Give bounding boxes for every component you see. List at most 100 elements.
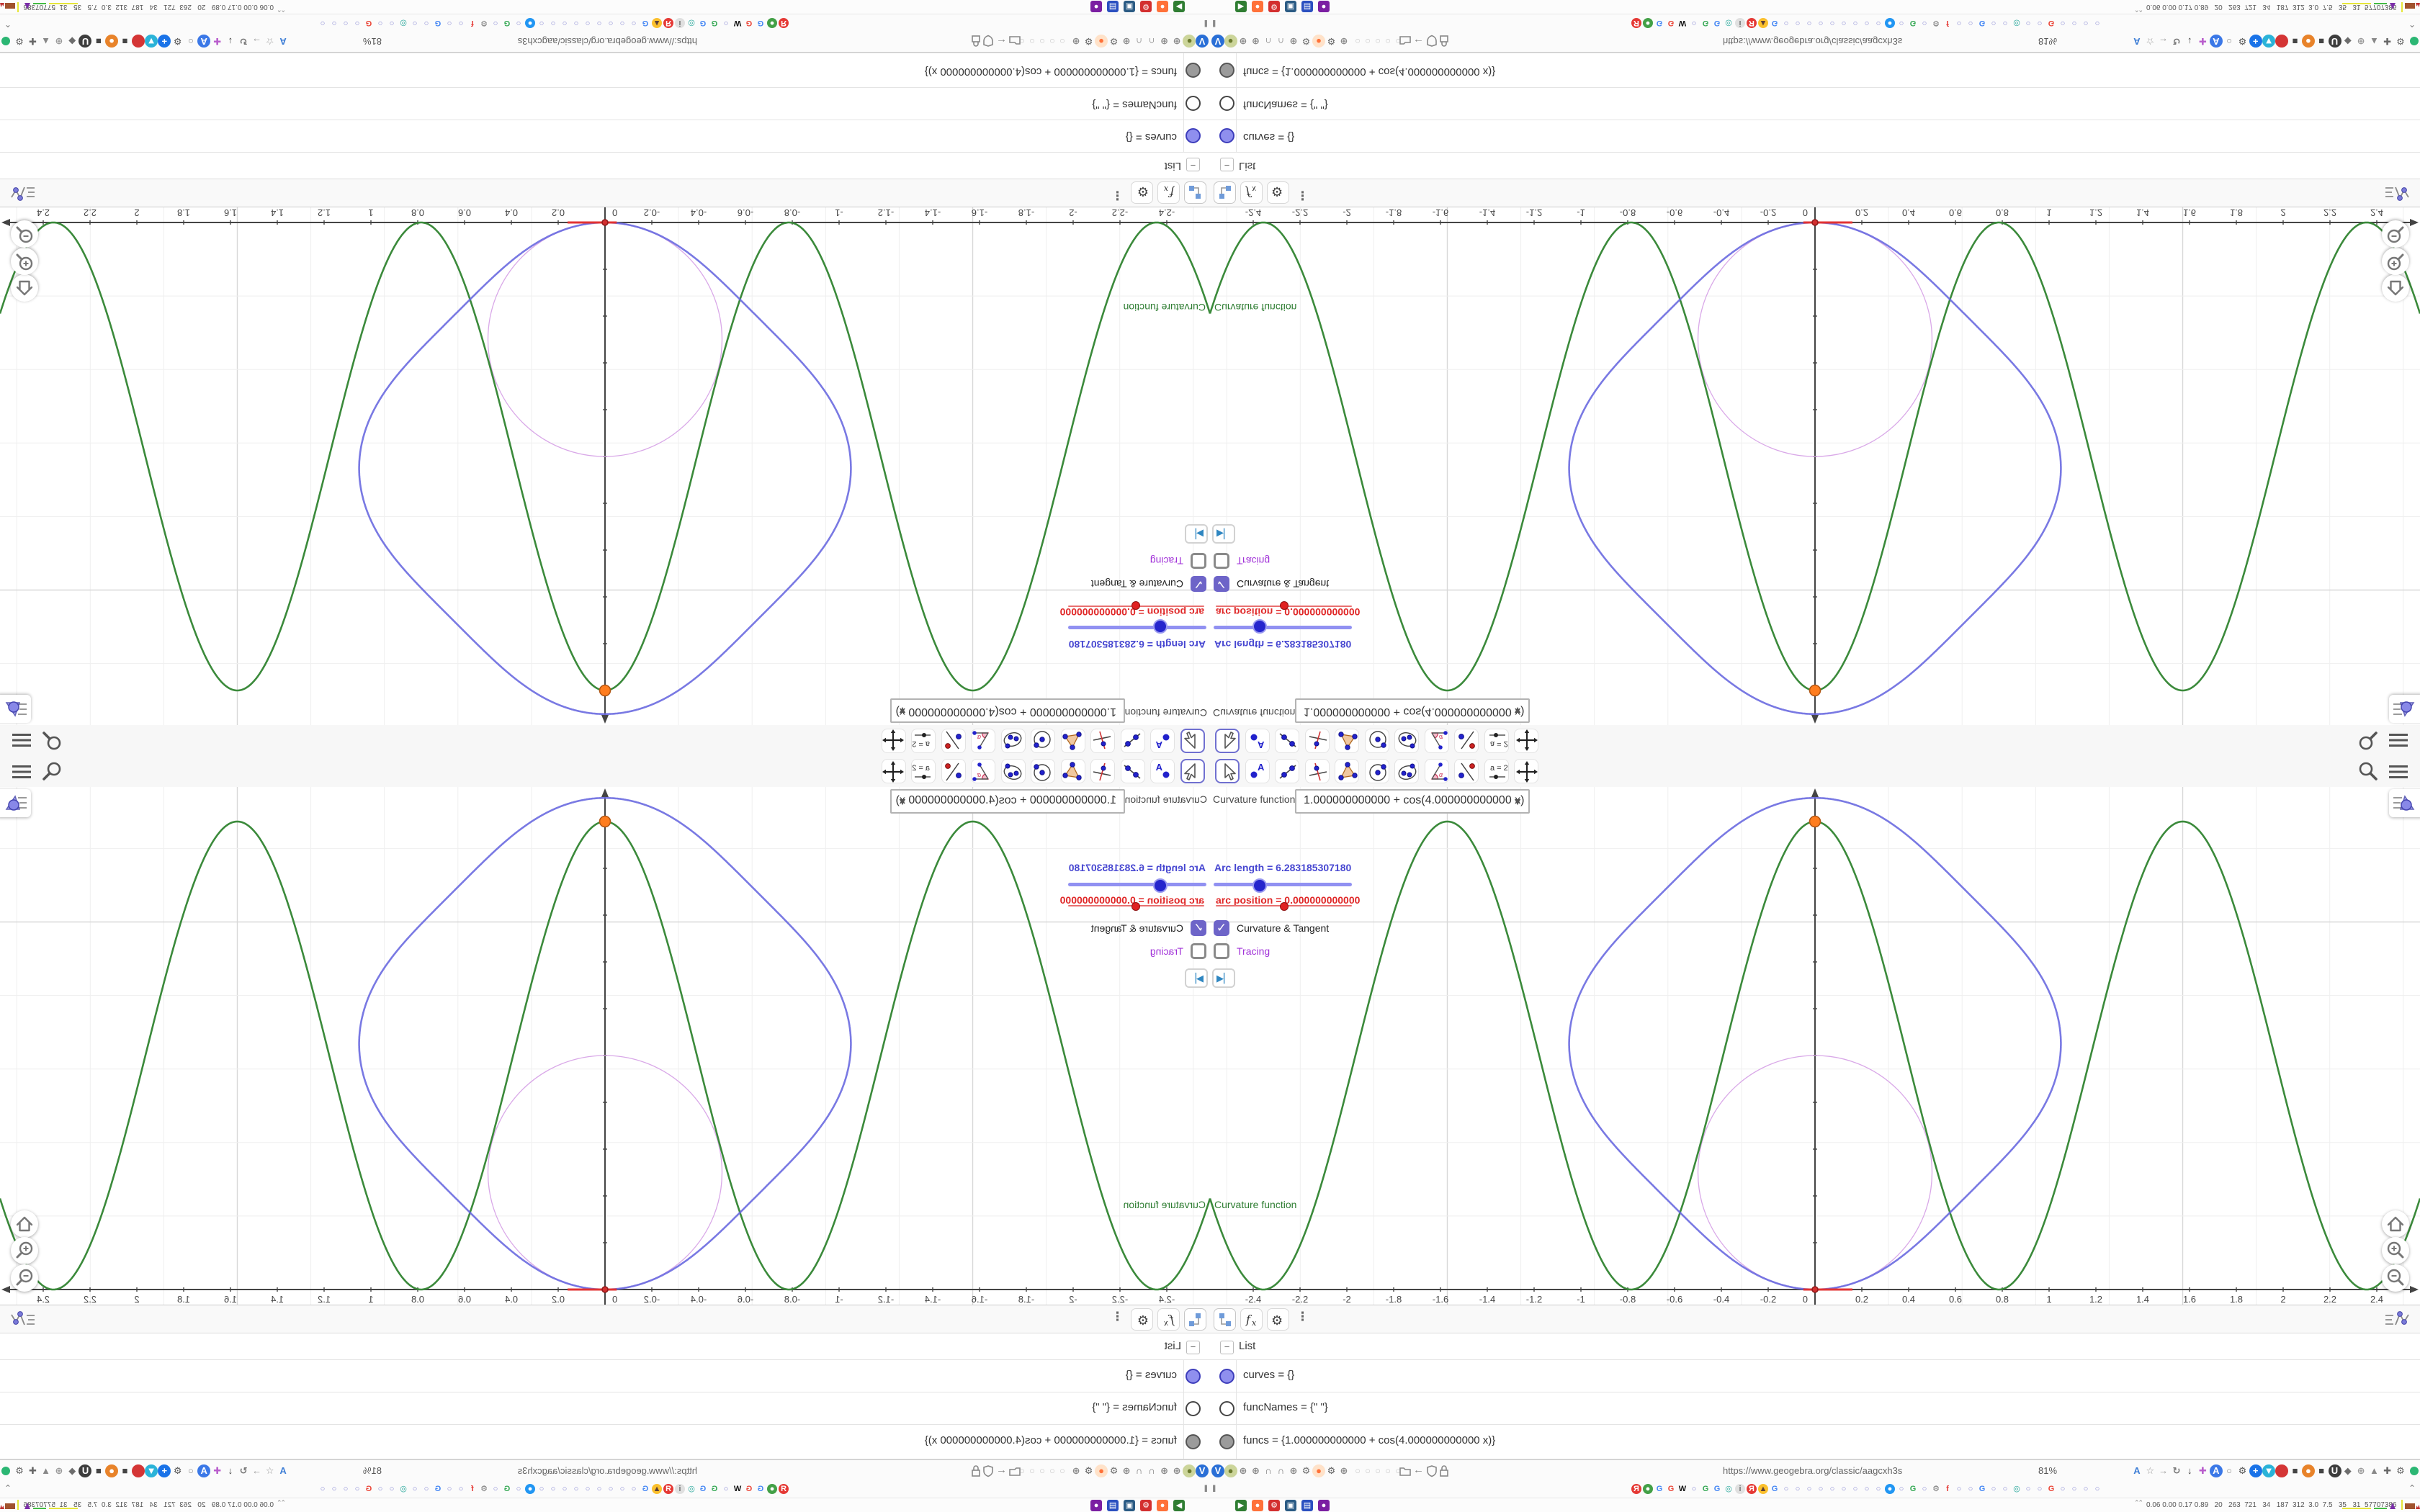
bookmark-favicon[interactable]: ○ — [571, 18, 581, 28]
panel-toggle-card[interactable] — [2389, 789, 2420, 817]
curvature-value-point[interactable] — [599, 684, 611, 697]
bookmark-favicon[interactable]: f — [1942, 18, 1953, 28]
bookmark-favicon[interactable]: i — [1735, 1484, 1745, 1494]
browser-action-icon[interactable]: A — [2130, 1464, 2143, 1477]
browser-action-icon[interactable]: ↻ — [237, 1464, 250, 1477]
more-options-kebab-icon[interactable]: ⋮ — [1111, 188, 1124, 202]
algebra-view-panel-icon[interactable] — [2383, 178, 2414, 203]
taskbar-app-icon[interactable]: ▶ — [1235, 1500, 1247, 1511]
bookmark-favicon[interactable]: ○ — [329, 18, 339, 28]
algebra-row-curves[interactable]: curves = {} — [1210, 1360, 2420, 1392]
graphics-view[interactable]: -2.4 -2.2 -2 -1.8 -1.6 -1.4 -1.2 -1 -0.8 -0.6 -0.4… — [0, 787, 1210, 1305]
algebra-row-funcs[interactable]: funcs = {1.000000000000 + cos(4.00000000… — [1210, 53, 2420, 87]
bookmark-favicon[interactable]: ○ — [1966, 18, 1976, 28]
curvature-value-point[interactable] — [1809, 815, 1821, 828]
back-arrow-icon[interactable]: ← — [996, 36, 1007, 48]
list-header-row[interactable]: − List — [0, 152, 1210, 179]
tool-reflect-about-line[interactable] — [1454, 759, 1479, 783]
function-tools-button[interactable]: fx — [1240, 181, 1263, 204]
visibility-marble[interactable] — [1186, 96, 1201, 111]
browser-action-icon[interactable]: ■ — [118, 1464, 131, 1477]
tool-move[interactable] — [1215, 729, 1240, 753]
tool-angle[interactable]: α — [971, 759, 996, 783]
bookmark-favicon[interactable]: ○ — [1954, 18, 1964, 28]
tool-point[interactable]: A — [1245, 729, 1270, 753]
bookmark-favicon[interactable]: ○ — [456, 1484, 466, 1494]
settings-button[interactable]: ⚙ — [1267, 181, 1289, 204]
bookmark-favicon[interactable]: ○ — [1689, 1484, 1699, 1494]
pause-icon[interactable]: ‖ — [1212, 1483, 1216, 1494]
bookmark-favicon[interactable]: G — [1770, 18, 1780, 28]
tool-move-graphics-view[interactable] — [1514, 729, 1538, 753]
bookmark-favicon[interactable]: ○ — [318, 1484, 328, 1494]
taskbar-app-icon[interactable]: ▤ — [1107, 1500, 1119, 1511]
bookmark-favicon[interactable]: Я — [779, 1484, 789, 1494]
bookmark-favicon[interactable]: ○ — [352, 1484, 362, 1494]
bookmark-favicon[interactable]: ○ — [560, 1484, 570, 1494]
bookmark-favicon[interactable]: ▲ — [1758, 18, 1768, 28]
browser-action-icon[interactable]: A — [277, 35, 290, 48]
extension-icon[interactable]: ● — [1095, 35, 1108, 48]
browser-action-icon[interactable]: ✚ — [2381, 35, 2394, 48]
hamburger-menu-icon[interactable] — [11, 761, 32, 783]
extension-icon[interactable]: ⊕ — [1120, 35, 1133, 48]
bookmark-favicon[interactable]: Я — [1747, 18, 1757, 28]
browser-action-icon[interactable]: ⚙ — [13, 35, 26, 48]
browser-action-icon[interactable]: U — [79, 1464, 92, 1477]
arc-length-slider[interactable] — [1068, 626, 1206, 629]
zoom-out-button[interactable] — [2382, 1264, 2409, 1292]
extension-icon[interactable]: ⊕ — [1237, 1464, 1250, 1477]
arc-length-slider-thumb[interactable] — [1153, 619, 1168, 634]
bookmark-favicon[interactable]: G — [640, 18, 650, 28]
curvature-function-dropdown[interactable]: 1.000000000000 + cos(4.000000000000 x) ▼ — [890, 698, 1125, 723]
bookmark-favicon[interactable]: W — [1677, 1484, 1688, 1494]
extension-icon[interactable]: ⊕ — [1337, 1464, 1350, 1477]
shield-icon[interactable] — [1426, 35, 1438, 48]
browser-action-icon[interactable]: U — [2328, 1464, 2341, 1477]
tool-move[interactable] — [1180, 729, 1205, 753]
bookmark-favicon[interactable]: G — [1654, 1484, 1664, 1494]
bookmark-favicon[interactable]: G — [1908, 1484, 1918, 1494]
browser-action-icon[interactable]: ▲ — [2367, 1464, 2380, 1477]
bookmark-favicon[interactable]: G — [1712, 18, 1722, 28]
bookmark-favicon[interactable]: G — [433, 1484, 443, 1494]
bookmark-favicon[interactable]: ○ — [571, 1484, 581, 1494]
curvature-value-point[interactable] — [599, 815, 611, 828]
tracing-checkbox[interactable] — [1214, 943, 1229, 959]
tool-line[interactable] — [1121, 759, 1145, 783]
more-options-kebab-icon[interactable]: ⋮ — [1296, 188, 1309, 202]
bookmark-favicon[interactable]: ○ — [375, 1484, 385, 1494]
bookmark-favicon[interactable]: ○ — [1781, 1484, 1791, 1494]
taskbar-app-icon[interactable]: ● — [1252, 1, 1263, 12]
bookmark-favicon[interactable]: ○ — [456, 18, 466, 28]
bookmark-favicon[interactable]: f — [467, 1484, 478, 1494]
browser-action-icon[interactable]: ○ — [184, 1464, 197, 1477]
browser-action-icon[interactable]: ■ — [2315, 1464, 2328, 1477]
browser-action-icon[interactable]: ☆ — [2143, 35, 2156, 48]
taskbar-app-icon[interactable]: ▣ — [1285, 1, 1296, 12]
browser-action-icon[interactable]: ✚ — [211, 35, 224, 48]
extension-icon[interactable]: V — [1211, 35, 1224, 48]
skip-to-end-button[interactable]: ▶▏ — [1185, 968, 1208, 988]
bookmark-favicon[interactable]: G — [502, 1484, 512, 1494]
browser-action-icon[interactable]: → — [2157, 35, 2170, 48]
browser-action-icon[interactable]: ↓ — [224, 35, 237, 48]
bookmark-favicon[interactable]: ▲ — [652, 1484, 662, 1494]
arc-length-slider-thumb[interactable] — [1252, 878, 1267, 893]
tracing-checkbox[interactable] — [1191, 553, 1206, 569]
visibility-marble[interactable] — [1219, 1434, 1234, 1449]
taskbar-app-icon[interactable]: ▶ — [1173, 1, 1185, 12]
bookmark-favicon[interactable]: ○ — [2092, 18, 2102, 28]
bookmark-favicon[interactable]: Я — [779, 18, 789, 28]
bookmark-favicon[interactable]: G — [1666, 18, 1676, 28]
folder-icon[interactable] — [1399, 35, 1412, 47]
collapse-button[interactable]: − — [1220, 158, 1234, 171]
bookmark-favicon[interactable]: G — [698, 1484, 708, 1494]
bookmark-favicon[interactable]: G — [744, 18, 754, 28]
bookmark-favicon[interactable]: ○ — [1896, 18, 1906, 28]
bookmark-favicon[interactable]: ○ — [1966, 1484, 1976, 1494]
bookmark-favicon[interactable]: ○ — [444, 1484, 454, 1494]
tracing-checkbox[interactable] — [1214, 553, 1229, 569]
browser-action-icon[interactable]: ▲ — [2367, 35, 2380, 48]
list-header-row[interactable]: − List — [0, 1333, 1210, 1360]
